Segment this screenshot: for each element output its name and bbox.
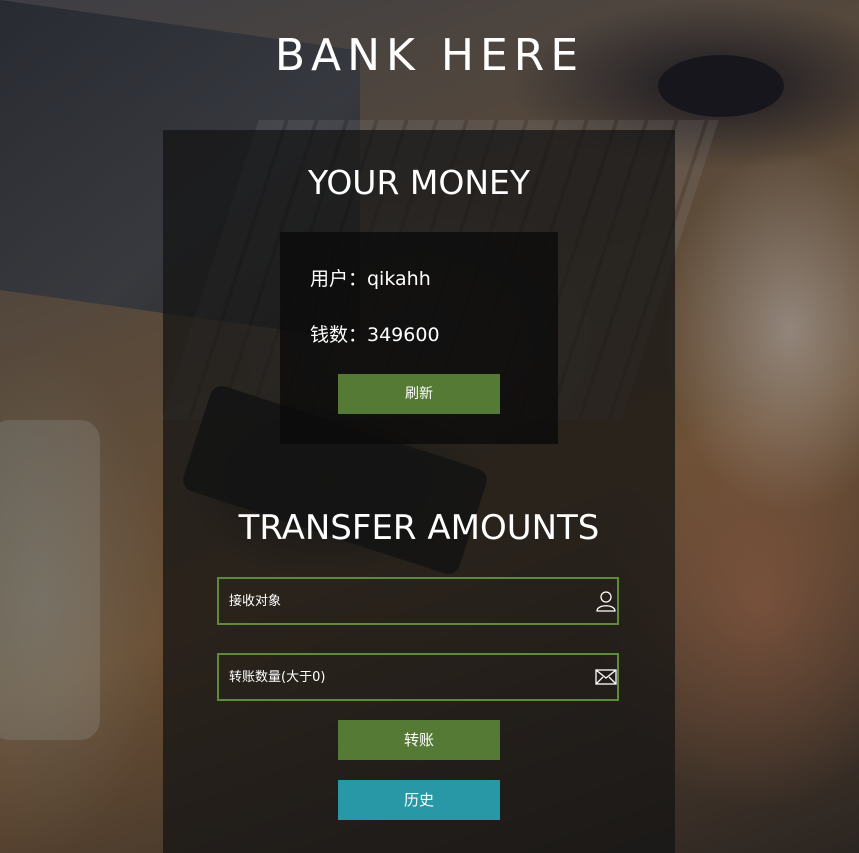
app-title: BANK HERE — [274, 30, 585, 81]
username-label: 用户：qikahh — [310, 268, 431, 290]
history-button[interactable]: 历史 — [338, 780, 500, 820]
recipient-input[interactable] — [219, 579, 589, 623]
recipient-field[interactable] — [217, 577, 619, 625]
transfer-title: TRANSFER AMOUNTS — [238, 508, 600, 548]
transfer-button[interactable]: 转账 — [338, 720, 500, 760]
envelope-icon — [595, 669, 617, 685]
amount-field[interactable] — [217, 653, 619, 701]
refresh-button[interactable]: 刷新 — [338, 374, 500, 414]
user-icon — [596, 591, 616, 612]
balance-label: 钱数：349600 — [310, 324, 440, 346]
background-glass — [0, 420, 100, 740]
your-money-title: YOUR MONEY — [307, 163, 531, 202]
amount-input[interactable] — [219, 655, 589, 699]
main-panel: YOUR MONEY 用户：qikahh 钱数：349600 刷新 TRANSF… — [163, 130, 675, 853]
account-info-box: 用户：qikahh 钱数：349600 刷新 — [280, 232, 558, 444]
